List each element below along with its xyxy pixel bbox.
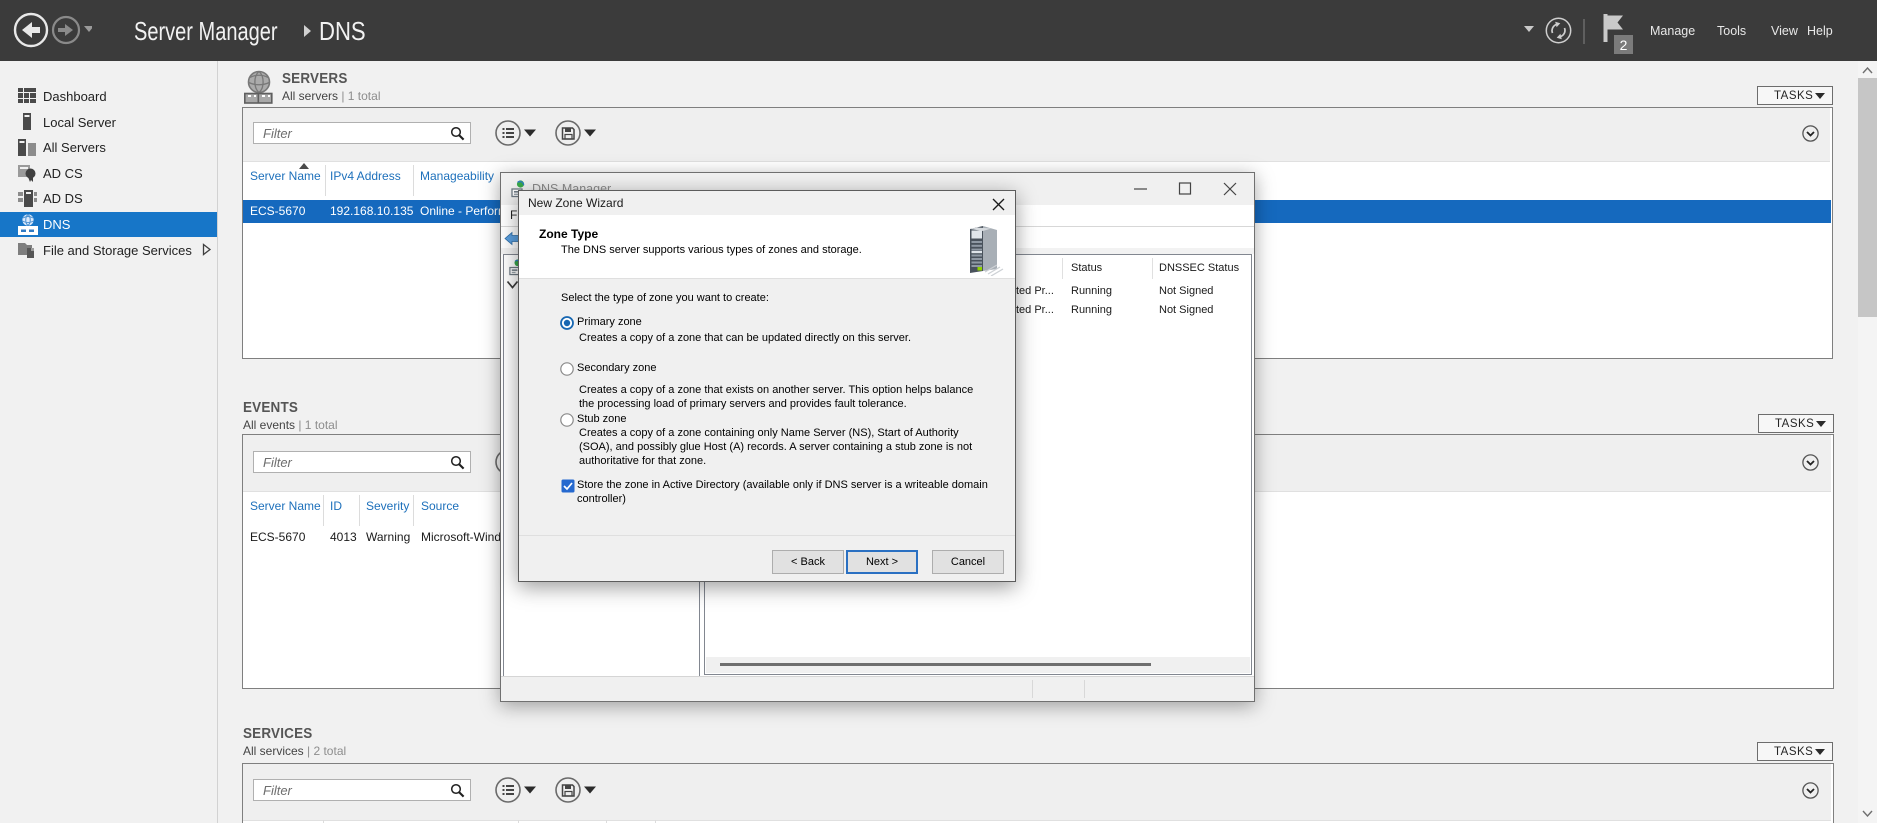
svg-text:2: 2 [1620,37,1628,53]
